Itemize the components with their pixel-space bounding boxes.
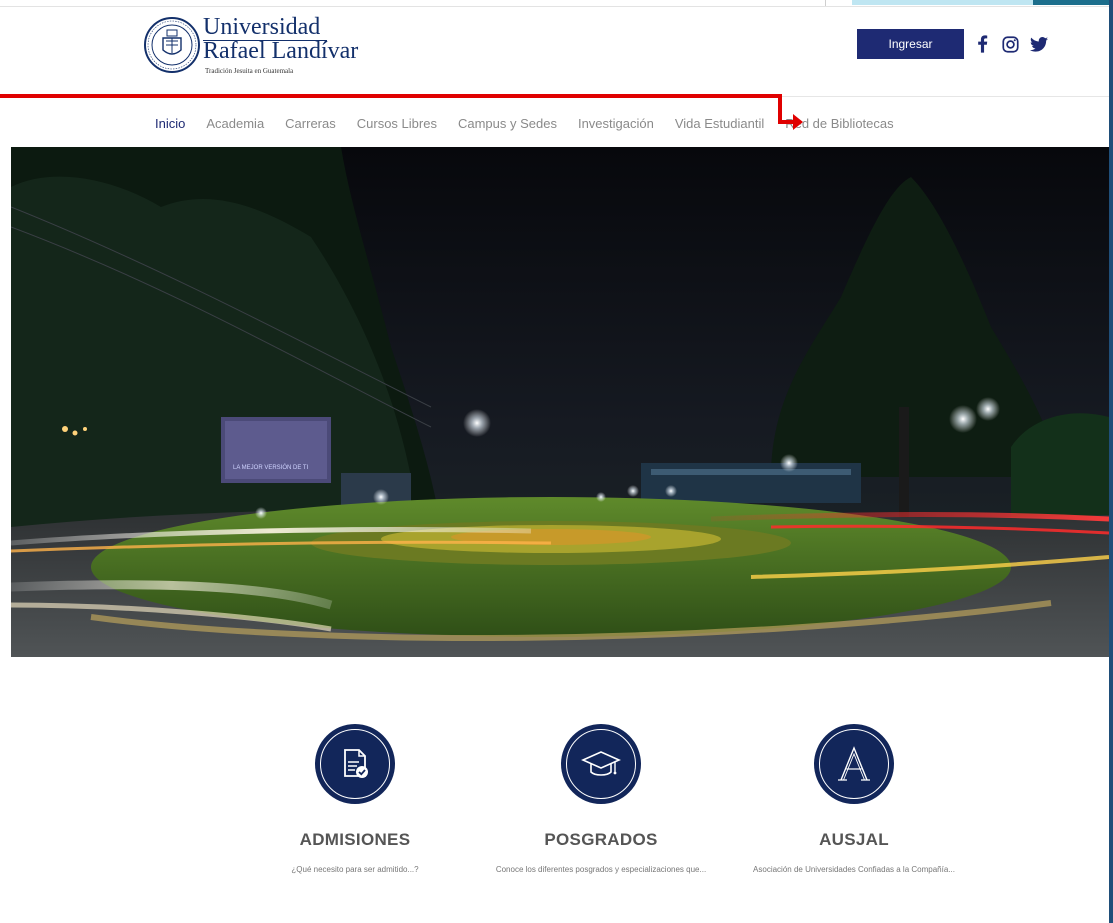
logo-line2: Rafael Landívar [203,38,359,64]
graduation-cap-icon [581,751,621,776]
login-button[interactable]: Ingresar [857,29,964,59]
card-description: ¿Qué necesito para ser admitido...? [291,865,419,874]
utility-tab-dark[interactable] [1033,0,1113,5]
card-title[interactable]: POSGRADOS [491,830,711,850]
instagram-icon[interactable] [999,31,1021,57]
top-utility-bar [0,0,1113,7]
hero-banner: LA MEJOR VERSIÓN DE TI [11,147,1109,657]
card-icon-circle [315,724,395,804]
nav-item-investigacion[interactable]: Investigación [578,116,654,131]
university-logo[interactable]: Universidad Rafael Landívar Tradición Je… [143,14,358,80]
card-icon-circle [814,724,894,804]
card-description: Conoce los diferentes posgrados y especi… [495,865,707,874]
callout-line-horizontal [0,94,782,98]
twitter-icon[interactable] [1027,31,1051,57]
facebook-icon[interactable] [973,31,991,57]
card-title[interactable]: AUSJAL [744,830,964,850]
nav-item-campus-y-sedes[interactable]: Campus y Sedes [458,116,557,131]
card-icon-circle [561,724,641,804]
letter-a-icon [838,746,870,781]
billboard-text: LA MEJOR VERSIÓN DE TI [233,464,309,471]
card-description: Asociación de Universidades Confiadas a … [753,865,955,874]
document-check-icon [344,749,368,778]
university-seal-icon [144,17,200,73]
callout-arrow-icon [793,114,803,130]
nav-item-cursos-libres[interactable]: Cursos Libres [357,116,437,131]
logo-line1: Universidad [203,14,321,40]
utility-separator [825,0,826,6]
nav-item-carreras[interactable]: Carreras [285,116,336,131]
logo-tagline: Tradición Jesuita en Guatemala [205,67,294,75]
nav-item-inicio[interactable]: Inicio [155,116,185,131]
callout-arrow-stem [778,120,794,124]
hero-night-campus-image: LA MEJOR VERSIÓN DE TI [11,147,1109,657]
nav-item-vida-estudiantil[interactable]: Vida Estudiantil [675,116,764,131]
feature-cards: ADMISIONES ¿Qué necesito para ser admiti… [0,724,1113,904]
nav-item-academia[interactable]: Academia [206,116,264,131]
card-title[interactable]: ADMISIONES [245,830,465,850]
utility-tab-light[interactable] [852,0,1033,5]
